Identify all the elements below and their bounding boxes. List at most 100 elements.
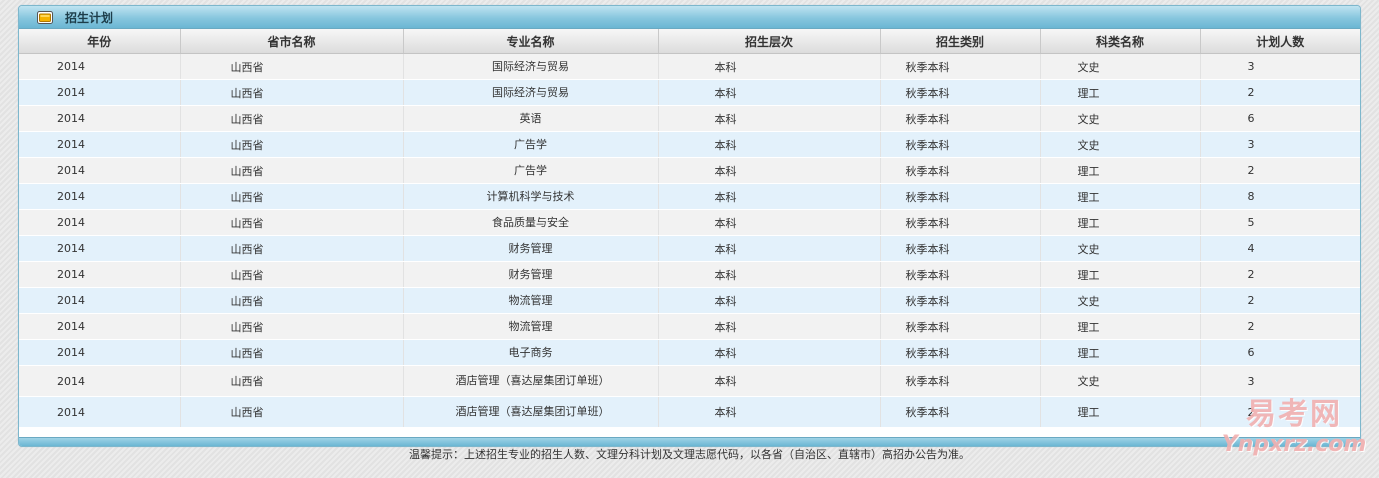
table-row: 2014 山西省 国际经济与贸易 本科 秋季本科 文史 3 — [19, 53, 1360, 80]
table-row: 2014 山西省 物流管理 本科 秋季本科 文史 2 — [19, 287, 1360, 314]
cell-subject: 理工 — [1040, 209, 1201, 236]
cell-count-text: 3 — [1247, 374, 1255, 388]
cell-count: 6 — [1200, 105, 1360, 132]
cell-major-text: 物流管理 — [508, 293, 553, 307]
cell-major-text: 物流管理 — [508, 319, 553, 333]
cell-major-text: 电子商务 — [508, 345, 553, 359]
cell-year: 2014 — [19, 396, 181, 428]
cell-major: 国际经济与贸易 — [403, 53, 659, 80]
cell-category-text: 秋季本科 — [905, 60, 950, 74]
cell-category: 秋季本科 — [880, 396, 1041, 428]
cell-year-text: 2014 — [57, 190, 85, 203]
cell-province: 山西省 — [180, 339, 404, 366]
cell-year-text: 2014 — [57, 294, 85, 307]
cell-subject: 理工 — [1040, 313, 1201, 340]
cell-category-text: 秋季本科 — [905, 268, 950, 282]
table-row: 2014 山西省 物流管理 本科 秋季本科 理工 2 — [19, 313, 1360, 340]
cell-category-text: 秋季本科 — [905, 375, 950, 388]
cell-level: 本科 — [658, 365, 881, 397]
cell-major-text: 国际经济与贸易 — [492, 59, 569, 73]
cell-year-text: 2014 — [57, 112, 85, 125]
cell-level-text: 本科 — [714, 294, 737, 308]
cell-year: 2014 — [19, 313, 181, 340]
cell-count: 5 — [1200, 209, 1360, 236]
cell-category: 秋季本科 — [880, 339, 1041, 366]
panel-header: 招生计划 — [19, 6, 1360, 29]
cell-major-text: 广告学 — [514, 163, 547, 177]
cell-subject-text: 理工 — [1077, 190, 1100, 204]
cell-year-text: 2014 — [57, 164, 85, 177]
col-header-province[interactable]: 省市名称 — [180, 29, 404, 54]
cell-count: 2 — [1200, 157, 1360, 184]
cell-province: 山西省 — [180, 131, 404, 158]
cell-province: 山西省 — [180, 235, 404, 262]
cell-level-text: 本科 — [714, 216, 737, 230]
cell-year-text: 2014 — [57, 320, 85, 333]
cell-count: 2 — [1200, 79, 1360, 106]
table-row: 2014 山西省 财务管理 本科 秋季本科 理工 2 — [19, 261, 1360, 288]
panel-footer-bar — [19, 437, 1360, 446]
cell-count-text: 2 — [1247, 164, 1255, 177]
cell-category: 秋季本科 — [880, 313, 1041, 340]
cell-level: 本科 — [658, 287, 881, 314]
cell-level-text: 本科 — [714, 242, 737, 256]
cell-province: 山西省 — [180, 365, 404, 397]
col-header-count[interactable]: 计划人数 — [1200, 29, 1360, 54]
cell-province-text: 山西省 — [230, 242, 264, 256]
cell-province: 山西省 — [180, 287, 404, 314]
cell-category: 秋季本科 — [880, 209, 1041, 236]
cell-category-text: 秋季本科 — [905, 320, 950, 334]
cell-province: 山西省 — [180, 183, 404, 210]
cell-category-text: 秋季本科 — [905, 242, 950, 256]
cell-year: 2014 — [19, 157, 181, 184]
cell-category: 秋季本科 — [880, 105, 1041, 132]
table-row: 2014 山西省 电子商务 本科 秋季本科 理工 6 — [19, 339, 1360, 366]
cell-subject-text: 理工 — [1077, 268, 1100, 282]
cell-subject-text: 文史 — [1077, 138, 1100, 152]
cell-province: 山西省 — [180, 79, 404, 106]
cell-province: 山西省 — [180, 53, 404, 80]
cell-level-text: 本科 — [714, 268, 737, 282]
col-header-category[interactable]: 招生类别 — [880, 29, 1041, 54]
cell-count: 4 — [1200, 235, 1360, 262]
cell-level: 本科 — [658, 313, 881, 340]
cell-level: 本科 — [658, 396, 881, 428]
col-header-subject[interactable]: 科类名称 — [1040, 29, 1201, 54]
cell-year: 2014 — [19, 131, 181, 158]
cell-count-text: 2 — [1247, 86, 1255, 99]
cell-count: 2 — [1200, 261, 1360, 288]
cell-category: 秋季本科 — [880, 365, 1041, 397]
cell-level: 本科 — [658, 79, 881, 106]
cell-major-text: 英语 — [519, 111, 542, 125]
cell-major-text: 国际经济与贸易 — [492, 85, 569, 99]
cell-count-text: 3 — [1247, 60, 1255, 73]
cell-major: 物流管理 — [403, 313, 659, 340]
cell-province-text: 山西省 — [230, 346, 264, 360]
cell-subject: 理工 — [1040, 157, 1201, 184]
cell-count-text: 8 — [1247, 190, 1255, 203]
cell-count-text: 2 — [1247, 268, 1255, 281]
cell-count-text: 6 — [1247, 112, 1255, 125]
cell-year: 2014 — [19, 365, 181, 397]
cell-major-text: 广告学 — [514, 137, 547, 151]
cell-subject-text: 理工 — [1077, 164, 1100, 178]
cell-year: 2014 — [19, 79, 181, 106]
cell-count-text: 2 — [1247, 320, 1255, 333]
col-header-level[interactable]: 招生层次 — [658, 29, 881, 54]
cell-major: 广告学 — [403, 131, 659, 158]
table-header-row: 年份 省市名称 专业名称 招生层次 招生类别 科类名称 计划人数 — [19, 29, 1360, 54]
cell-category-text: 秋季本科 — [905, 164, 950, 178]
col-header-major[interactable]: 专业名称 — [403, 29, 659, 54]
cell-level: 本科 — [658, 157, 881, 184]
cell-major: 国际经济与贸易 — [403, 79, 659, 106]
cell-year-text: 2014 — [57, 268, 85, 281]
cell-year: 2014 — [19, 339, 181, 366]
col-header-year[interactable]: 年份 — [19, 29, 181, 54]
cell-major: 财务管理 — [403, 235, 659, 262]
cell-year: 2014 — [19, 105, 181, 132]
cell-year-text: 2014 — [57, 242, 85, 255]
cell-province-text: 山西省 — [230, 406, 264, 419]
cell-province-text: 山西省 — [230, 112, 264, 126]
cell-subject-text: 理工 — [1077, 86, 1100, 100]
cell-province-text: 山西省 — [230, 138, 264, 152]
